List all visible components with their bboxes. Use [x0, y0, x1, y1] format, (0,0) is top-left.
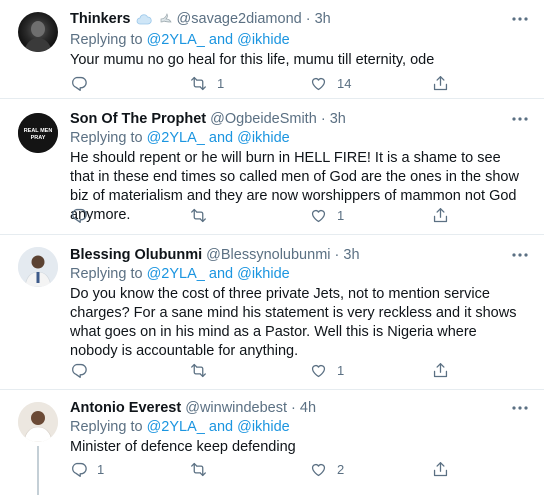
- like-icon: [311, 77, 326, 90]
- replying-to: Replying to @2YLA_ and @ikhide: [70, 265, 528, 284]
- mention-link[interactable]: @2YLA_: [147, 130, 205, 146]
- replying-to-label: Replying to: [70, 419, 143, 435]
- retweet-icon: [191, 462, 206, 476]
- author-name[interactable]: Antonio Everest: [70, 400, 181, 416]
- timestamp[interactable]: 4h: [300, 400, 316, 416]
- like-count: 14: [337, 75, 352, 91]
- timestamp[interactable]: 3h: [330, 111, 346, 127]
- reply-icon: [72, 208, 87, 223]
- tweet-actions: 1 2: [70, 459, 450, 479]
- author-handle[interactable]: @OgbeideSmith: [210, 111, 317, 127]
- retweet-icon: [191, 76, 206, 90]
- avatar[interactable]: [18, 247, 58, 287]
- like-button[interactable]: 2: [310, 459, 344, 479]
- reply-button[interactable]: [70, 360, 87, 380]
- more-icon[interactable]: [510, 112, 530, 126]
- cloud-emoji: [136, 12, 153, 31]
- mention-link[interactable]: @ikhide: [237, 32, 290, 48]
- share-button[interactable]: [432, 459, 449, 479]
- mention-link[interactable]: @ikhide: [237, 266, 290, 282]
- retweet-icon: [191, 208, 206, 222]
- replying-to-label: Replying to: [70, 130, 143, 146]
- replying-and: and: [208, 32, 234, 48]
- reply-icon: [72, 363, 87, 378]
- like-count: 1: [337, 207, 345, 223]
- author-handle[interactable]: @savage2diamond: [177, 11, 302, 27]
- tweet-actions: 1: [70, 205, 450, 225]
- replies-feed: Thinkers @savage2diamond · 3h Replying t…: [0, 0, 544, 495]
- avatar-text: REAL MEN: [24, 128, 53, 134]
- replying-to: Replying to @2YLA_ and @ikhide: [70, 129, 528, 148]
- more-icon[interactable]: [510, 401, 530, 415]
- thread-line: [37, 446, 39, 495]
- replying-and: and: [208, 266, 234, 282]
- reply-button[interactable]: [70, 205, 87, 225]
- like-button[interactable]: 14: [310, 73, 351, 93]
- reply-count: 1: [97, 461, 105, 477]
- share-icon: [433, 362, 448, 377]
- tweet-text: Minister of defence keep defending: [70, 439, 296, 455]
- replying-and: and: [208, 419, 234, 435]
- author-handle[interactable]: @winwindebest: [185, 400, 287, 416]
- share-icon: [433, 75, 448, 90]
- author-handle[interactable]: @Blessynolubunmi: [206, 247, 330, 263]
- retweet-button[interactable]: [190, 459, 217, 479]
- tweet[interactable]: Antonio Everest @winwindebest · 4h Reply…: [0, 390, 544, 495]
- svg-text:PRAY: PRAY: [31, 135, 46, 141]
- like-count: 2: [337, 461, 345, 477]
- tweet-text: Your mumu no go heal for this life, mumu…: [70, 52, 435, 68]
- separator: ·: [305, 11, 311, 27]
- like-count: 1: [337, 362, 345, 378]
- tweet-text: Do you know the cost of three private Je…: [70, 286, 517, 359]
- like-button[interactable]: 1: [310, 205, 344, 225]
- tweet-actions: 1 14: [70, 73, 450, 93]
- author-name[interactable]: Blessing Olubunmi: [70, 247, 202, 263]
- like-button[interactable]: 1: [310, 360, 344, 380]
- share-icon: [433, 461, 448, 476]
- like-icon: [311, 364, 326, 377]
- reply-button[interactable]: [70, 73, 87, 93]
- like-icon: [311, 209, 326, 222]
- reply-button[interactable]: 1: [70, 459, 104, 479]
- share-icon: [433, 207, 448, 222]
- retweet-count: 1: [217, 75, 225, 91]
- replying-to-label: Replying to: [70, 32, 143, 48]
- retweet-icon: [191, 363, 206, 377]
- avatar[interactable]: [18, 12, 58, 52]
- like-icon: [311, 463, 326, 476]
- more-icon[interactable]: [510, 12, 530, 26]
- retweet-button[interactable]: [190, 360, 217, 380]
- tweet[interactable]: Blessing Olubunmi @Blessynolubunmi · 3h …: [0, 235, 544, 390]
- avatar[interactable]: REAL MEN PRAY: [18, 113, 58, 153]
- tweet[interactable]: REAL MEN PRAY Son Of The Prophet @Ogbeid…: [0, 99, 544, 235]
- mention-link[interactable]: @ikhide: [237, 130, 290, 146]
- dove-emoji: [159, 11, 173, 31]
- retweet-button[interactable]: 1: [190, 73, 224, 93]
- share-button[interactable]: [432, 73, 449, 93]
- mention-link[interactable]: @2YLA_: [147, 266, 205, 282]
- avatar[interactable]: [18, 402, 58, 442]
- timestamp[interactable]: 3h: [315, 11, 331, 27]
- reply-icon: [72, 76, 87, 91]
- mention-link[interactable]: @2YLA_: [147, 32, 205, 48]
- reply-icon: [72, 462, 87, 477]
- separator: ·: [291, 400, 296, 416]
- share-button[interactable]: [432, 360, 449, 380]
- replying-to: Replying to @2YLA_ and @ikhide: [70, 418, 528, 437]
- share-button[interactable]: [432, 205, 449, 225]
- tweet[interactable]: Thinkers @savage2diamond · 3h Replying t…: [0, 0, 544, 99]
- mention-link[interactable]: @2YLA_: [147, 419, 205, 435]
- replying-to: Replying to @2YLA_ and @ikhide: [70, 31, 528, 50]
- retweet-button[interactable]: [190, 205, 217, 225]
- separator: ·: [320, 111, 326, 127]
- replying-and: and: [208, 130, 234, 146]
- author-name[interactable]: Thinkers: [70, 11, 130, 27]
- separator: ·: [334, 247, 340, 263]
- timestamp[interactable]: 3h: [343, 247, 359, 263]
- author-name[interactable]: Son Of The Prophet: [70, 111, 206, 127]
- tweet-actions: 1: [70, 360, 450, 380]
- replying-to-label: Replying to: [70, 266, 143, 282]
- more-icon[interactable]: [510, 248, 530, 262]
- mention-link[interactable]: @ikhide: [237, 419, 290, 435]
